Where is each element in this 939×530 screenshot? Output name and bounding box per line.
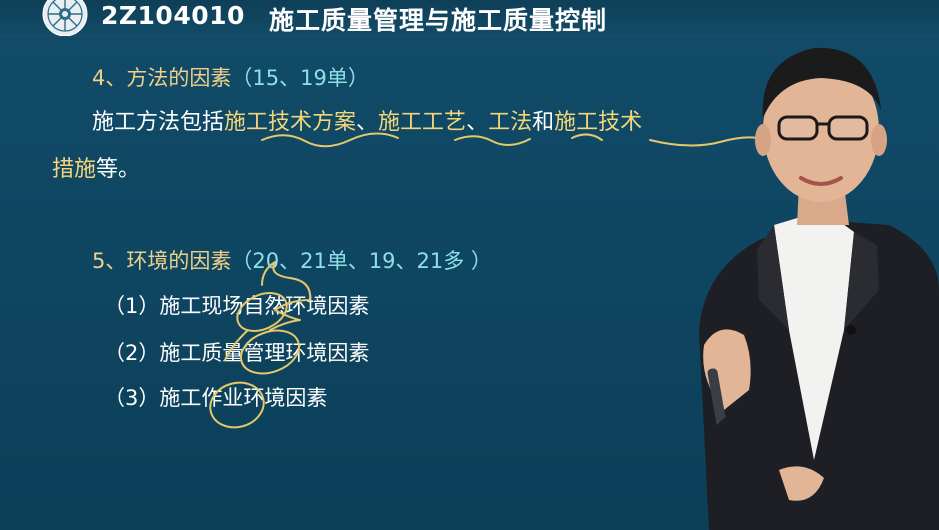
slide-title: 施工质量管理与施工质量控制 (269, 6, 608, 35)
section-4-body-line2: 措施等。 (52, 151, 140, 183)
logo-icon (40, 0, 90, 36)
highlight-technical-measure: 施工技术 (554, 110, 643, 135)
list-item: （3）施工作业环境因素 (104, 386, 328, 410)
section-4-heading: 4、方法的因素（15、19单） (92, 62, 369, 92)
section-5-heading: 5、环境的因素（20、21单、19、21多 ） (92, 245, 492, 275)
presenter-figure (699, 47, 939, 530)
section-5-tag: （20、21单、19、21多 ） (231, 249, 492, 273)
section-4-title: 4、方法的因素 (92, 66, 232, 90)
section-4-tag: （15、19单） (231, 66, 369, 90)
list-item: （2）施工质量管理环境因素 (104, 341, 370, 365)
conjunction: 和 (532, 110, 555, 135)
section-4-body-line1: 施工方法包括施工技术方案、施工工艺、工法和施工技术 (92, 104, 642, 136)
list-item: （1）施工现场自然环境因素 (104, 294, 370, 318)
highlight-measure-tail: 措施 (52, 157, 97, 182)
underline-process (454, 135, 531, 146)
body-suffix: 等。 (96, 157, 141, 182)
slide: 2Z104010 施工质量管理与施工质量控制 4、方法的因素（15、19单） 施… (0, 0, 939, 530)
body-prefix: 施工方法包括 (92, 110, 225, 135)
separator: 、 (356, 110, 379, 135)
course-code: 2Z104010 (101, 1, 245, 30)
highlight-process: 施工工艺 (378, 110, 467, 135)
separator: 、 (466, 110, 489, 135)
highlight-method: 工法 (488, 110, 533, 135)
highlight-technical-plan: 施工技术方案 (224, 110, 357, 135)
section-5-title: 5、环境的因素 (92, 249, 232, 273)
